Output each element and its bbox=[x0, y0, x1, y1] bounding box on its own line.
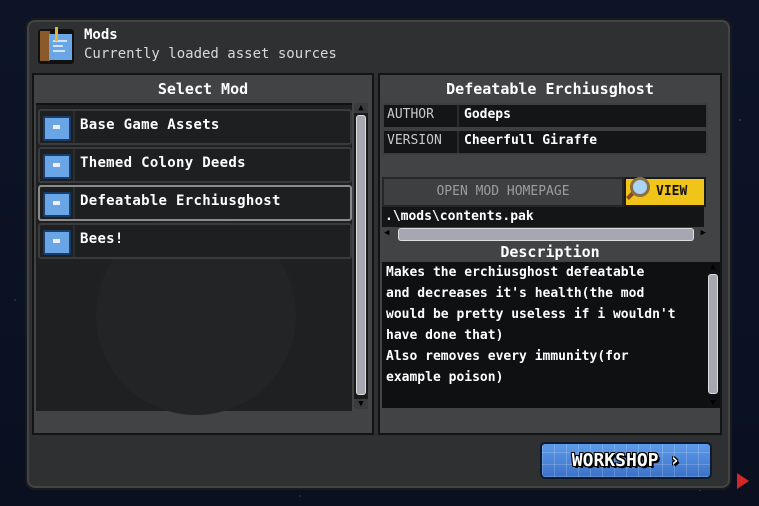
author-value: Godeps bbox=[464, 107, 511, 122]
open-mod-homepage-button[interactable]: OPEN MOD HOMEPAGE bbox=[382, 177, 624, 207]
scroll-up-icon[interactable]: ▲ bbox=[354, 103, 368, 113]
version-row: VERSION Cheerfull Giraffe bbox=[382, 129, 708, 155]
scrollbar-thumb[interactable] bbox=[708, 274, 718, 394]
author-row: AUTHOR Godeps bbox=[382, 103, 708, 129]
view-label: VIEW bbox=[656, 184, 688, 199]
magnifier-icon bbox=[630, 177, 650, 197]
mods-window: Mods Currently loaded asset sources Sele… bbox=[25, 18, 732, 490]
scroll-down-icon[interactable]: ▼ bbox=[706, 398, 720, 408]
mod-name: Base Game Assets bbox=[80, 117, 220, 133]
select-mod-heading: Select Mod bbox=[157, 80, 249, 98]
description-heading: Description bbox=[500, 243, 600, 261]
scrollbar-thumb[interactable] bbox=[398, 228, 694, 241]
mouse-cursor-icon bbox=[737, 473, 749, 489]
version-label: VERSION bbox=[387, 133, 442, 148]
view-button[interactable]: VIEW bbox=[624, 177, 706, 207]
scroll-right-icon[interactable]: ▶ bbox=[701, 228, 706, 238]
scroll-down-icon[interactable]: ▼ bbox=[354, 399, 368, 409]
description-box: Makes the erchiusghost defeatable and de… bbox=[382, 262, 706, 408]
path-scrollbar[interactable]: ◀ ▶ bbox=[382, 228, 708, 241]
mod-list-item[interactable]: Base Game Assets bbox=[38, 109, 352, 145]
scroll-up-icon[interactable]: ▲ bbox=[706, 262, 720, 272]
mod-list-item[interactable]: Themed Colony Deeds bbox=[38, 147, 352, 183]
workshop-button[interactable]: WORKSHOP › bbox=[540, 442, 712, 479]
mod-details-panel: Defeatable Erchiusghost AUTHOR Godeps VE… bbox=[378, 73, 722, 435]
chevron-right-icon: › bbox=[669, 450, 681, 471]
mod-name: Themed Colony Deeds bbox=[80, 155, 246, 171]
mod-path-field[interactable]: .\mods\contents.pak bbox=[382, 207, 704, 227]
mod-icon bbox=[43, 154, 71, 179]
mods-book-icon bbox=[38, 27, 74, 64]
description-text: Makes the erchiusghost defeatable and de… bbox=[386, 265, 676, 385]
workshop-label: WORKSHOP bbox=[571, 450, 659, 471]
author-label: AUTHOR bbox=[387, 107, 434, 122]
mod-icon bbox=[43, 116, 71, 141]
version-value: Cheerfull Giraffe bbox=[464, 133, 598, 148]
scroll-left-icon[interactable]: ◀ bbox=[384, 228, 389, 238]
mod-name: Defeatable Erchiusghost bbox=[80, 193, 281, 209]
scrollbar-thumb[interactable] bbox=[356, 115, 366, 395]
mod-name: Bees! bbox=[80, 231, 124, 247]
mod-list-item-selected[interactable]: Defeatable Erchiusghost bbox=[38, 185, 352, 221]
mod-icon bbox=[43, 192, 71, 217]
mod-details-heading: Defeatable Erchiusghost bbox=[446, 80, 654, 98]
window-title: Mods bbox=[84, 27, 118, 43]
select-mod-panel: Select Mod Base Game Assets Themed Colon… bbox=[32, 73, 374, 435]
mod-list: Base Game Assets Themed Colony Deeds Def… bbox=[36, 103, 352, 415]
mod-list-item[interactable]: Bees! bbox=[38, 223, 352, 259]
mod-icon bbox=[43, 230, 71, 255]
description-scrollbar[interactable]: ▲ ▼ bbox=[706, 262, 720, 408]
mod-list-scrollbar[interactable]: ▲ ▼ bbox=[354, 103, 368, 409]
window-subtitle: Currently loaded asset sources bbox=[84, 46, 337, 62]
